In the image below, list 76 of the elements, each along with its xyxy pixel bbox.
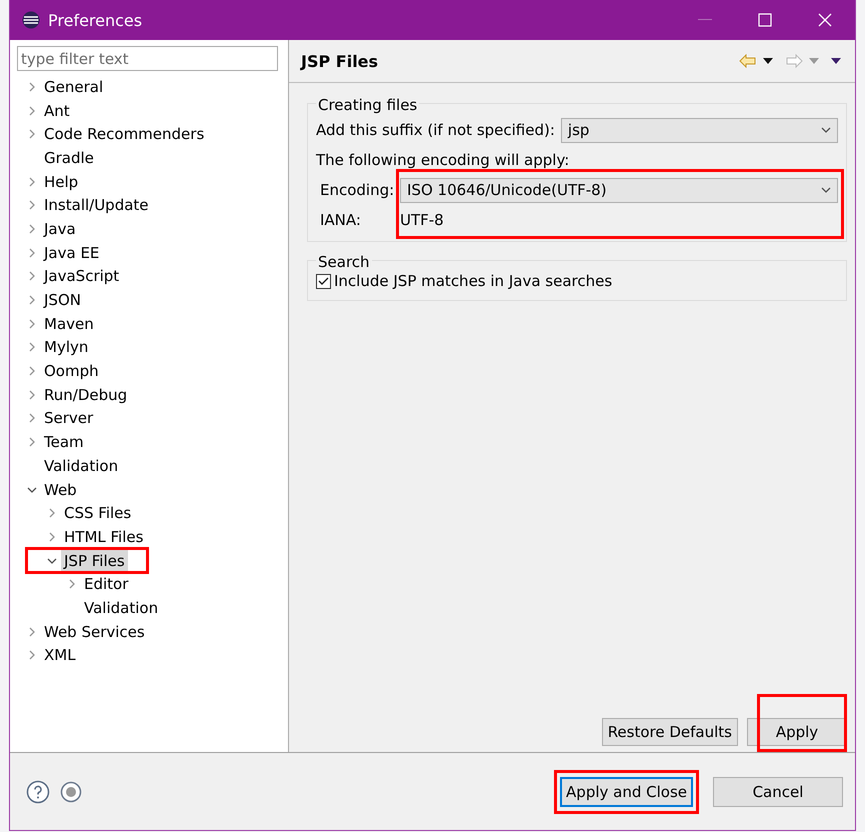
page-title: JSP Files xyxy=(301,52,380,70)
tree-item[interactable]: Oomph xyxy=(41,360,102,382)
cancel-button[interactable]: Cancel xyxy=(713,776,843,806)
tree-item[interactable]: HTML Files xyxy=(61,526,146,548)
encoding-dropdown[interactable]: ISO 10646/Unicode(UTF-8) xyxy=(400,178,838,202)
tree-item[interactable]: Java xyxy=(41,218,79,240)
apply-button[interactable]: Apply xyxy=(747,718,847,746)
tree-item[interactable]: JavaScript xyxy=(41,265,122,288)
chevron-right-icon[interactable] xyxy=(27,650,37,660)
chevron-down-icon[interactable] xyxy=(821,125,831,135)
tree-item[interactable]: Mylyn xyxy=(41,336,92,358)
chevron-down-icon[interactable] xyxy=(821,185,831,195)
tree-item[interactable]: Validation xyxy=(81,596,162,619)
apply-and-close-button[interactable]: Apply and Close xyxy=(560,776,693,806)
minimize-icon[interactable] xyxy=(698,19,712,21)
tree-item[interactable]: Maven xyxy=(41,312,97,335)
chevron-right-icon[interactable] xyxy=(27,366,37,376)
tree-item[interactable]: Team xyxy=(41,431,87,454)
close-icon[interactable] xyxy=(818,13,832,27)
chevron-right-icon[interactable] xyxy=(27,106,37,116)
chevron-right-icon[interactable] xyxy=(67,579,77,590)
checkbox[interactable] xyxy=(316,274,331,288)
tree-item[interactable]: Web Services xyxy=(41,620,148,643)
window-title: Preferences xyxy=(48,10,144,30)
eclipse-logo-icon xyxy=(22,11,40,29)
field-label: The following encoding will apply: xyxy=(316,151,570,169)
chevron-right-icon[interactable] xyxy=(27,271,37,282)
chevron-right-icon[interactable] xyxy=(27,318,37,329)
dropdown-caret-icon[interactable] xyxy=(763,58,773,64)
chevron-right-icon[interactable] xyxy=(27,437,37,448)
group-legend: Creating files xyxy=(316,96,420,114)
chevron-right-icon[interactable] xyxy=(27,129,37,140)
restore-defaults-button[interactable]: Restore Defaults xyxy=(602,718,738,746)
tree-item[interactable]: JSON xyxy=(41,289,84,312)
maximize-icon[interactable] xyxy=(758,13,772,27)
chevron-right-icon[interactable] xyxy=(27,224,37,234)
view-menu-icon[interactable] xyxy=(831,58,841,64)
tree-item[interactable]: Run/Debug xyxy=(41,384,130,406)
tree-item[interactable]: Code Recommenders xyxy=(41,123,208,146)
forward-arrow-icon[interactable] xyxy=(785,54,803,68)
chevron-right-icon[interactable] xyxy=(27,390,37,400)
chevron-right-icon[interactable] xyxy=(27,176,37,187)
iana-value: UTF-8 xyxy=(400,211,444,229)
chevron-right-icon[interactable] xyxy=(27,342,37,352)
tree-item[interactable]: Help xyxy=(41,170,82,193)
tree-item[interactable]: JSP Files xyxy=(61,550,128,572)
tree-item[interactable]: Install/Update xyxy=(41,194,152,216)
chevron-right-icon[interactable] xyxy=(27,295,37,306)
tree-item[interactable]: General xyxy=(41,76,106,98)
checkbox-label[interactable]: Include JSP matches in Java searches xyxy=(334,272,612,290)
tree-item[interactable]: Editor xyxy=(81,573,132,596)
field-label: Add this suffix (if not specified): xyxy=(316,121,555,139)
tree-item[interactable]: Ant xyxy=(41,100,73,122)
chevron-right-icon[interactable] xyxy=(47,532,57,542)
chevron-right-icon[interactable] xyxy=(27,248,37,258)
chevron-right-icon[interactable] xyxy=(27,200,37,210)
suffix-dropdown[interactable]: jsp xyxy=(560,118,838,142)
filter-field[interactable]: type filter text xyxy=(17,46,278,71)
field-label: Encoding: xyxy=(320,181,394,199)
help-icon[interactable] xyxy=(26,780,50,804)
tree-item[interactable]: Java EE xyxy=(41,242,102,264)
tree-item[interactable]: Validation xyxy=(41,454,122,477)
back-arrow-icon[interactable] xyxy=(739,54,757,68)
chevron-right-icon[interactable] xyxy=(27,413,37,424)
tree-item[interactable]: Gradle xyxy=(41,146,97,169)
record-icon[interactable] xyxy=(60,780,82,802)
chevron-down-icon[interactable] xyxy=(47,556,57,566)
tree-item[interactable]: CSS Files xyxy=(61,502,134,524)
chevron-right-icon[interactable] xyxy=(27,626,37,637)
chevron-right-icon[interactable] xyxy=(47,508,57,518)
field-label: IANA: xyxy=(320,211,362,229)
tree-item[interactable]: Server xyxy=(41,407,96,430)
tree-item[interactable]: XML xyxy=(41,644,79,666)
tree-item[interactable]: Web xyxy=(41,478,80,501)
chevron-down-icon[interactable] xyxy=(27,484,37,495)
chevron-right-icon[interactable] xyxy=(27,82,37,92)
